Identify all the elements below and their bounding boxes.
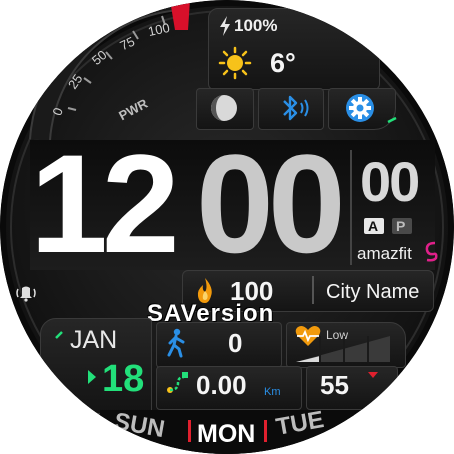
weekday-marker-left (188, 420, 191, 442)
green-tick-icon (55, 331, 63, 339)
gear-icon (346, 94, 374, 122)
watch-face: 0 25 50 75 100 PWR 100% 6° 12 00 00 A P … (0, 0, 454, 454)
alarm-bell-icon[interactable] (14, 284, 38, 302)
distance-unit: Km (264, 386, 281, 398)
row-divider (312, 276, 314, 304)
steps-value: 0 (228, 328, 243, 358)
pm-label: P (396, 218, 406, 234)
green-indicator (387, 116, 397, 124)
moon-icon (211, 95, 237, 121)
lightning-icon (220, 16, 230, 36)
heart-zone-bars (296, 336, 390, 362)
weekday-marker-right (264, 420, 267, 442)
distance-value: 0.00 (196, 370, 247, 400)
am-label: A (368, 218, 379, 234)
walking-person-icon (167, 328, 185, 358)
brand-label: amazfit (357, 244, 412, 263)
bluetooth-icon (283, 95, 309, 121)
heart-rate-value: 55 (320, 370, 349, 400)
temperature-value: 6° (270, 48, 296, 78)
minutes-display: 00 (196, 125, 346, 282)
month-label: JAN (70, 326, 118, 354)
time-divider (350, 150, 352, 265)
battery-value: 100% (234, 16, 278, 35)
route-icon (167, 372, 188, 393)
amazfit-logo-icon (425, 241, 438, 262)
hours-display: 12 (30, 125, 180, 282)
day-value: 18 (102, 358, 145, 400)
city-name: City Name (326, 281, 420, 303)
weekday-current: MON (197, 420, 256, 448)
arrow-right-icon (88, 370, 96, 384)
heart-rate-down-arrow-icon (368, 372, 378, 378)
sun-icon (218, 46, 252, 80)
seconds-display: 00 (360, 150, 420, 213)
